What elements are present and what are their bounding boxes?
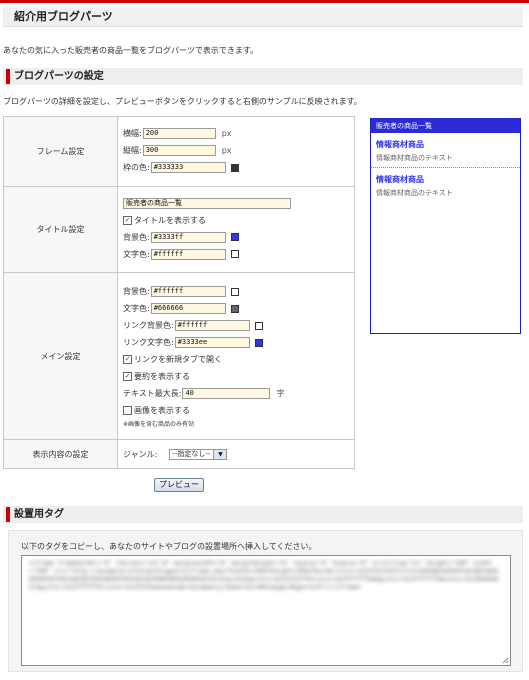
settings-description: ブログパーツの詳細を設定し、プレビューボタンをクリックすると右側のサンプルに反映… [3, 97, 362, 106]
max-length-input[interactable]: 40 [182, 388, 271, 399]
image-note: ※画像を含む商品のみ有効 [123, 421, 195, 428]
preview-button[interactable]: プレビュー [154, 478, 204, 492]
title-text-color-swatch[interactable] [230, 250, 239, 258]
width-unit: px [221, 129, 232, 138]
tag-instruction: 以下のタグをコピーし、あなたのサイトやブログの設置場所へ挿入してください。 [21, 542, 317, 551]
main-bg-swatch[interactable] [230, 287, 239, 296]
genre-selected-value: --指定なし-- [172, 450, 211, 458]
main-bg-input[interactable]: #ffffff [150, 286, 226, 297]
max-length-unit: 字 [276, 389, 285, 398]
display-settings-label: 表示内容の設定 [3, 439, 118, 469]
title-bg-swatch[interactable] [230, 233, 239, 241]
title-text-color-input[interactable]: #ffffff [150, 248, 226, 260]
title-text-input[interactable]: 販売者の商品一覧 [123, 197, 291, 209]
page-intro: あなたの気に入った販売者の商品一覧をブログパーツで表示できます。 [3, 46, 259, 55]
preview-item-title[interactable]: 情報商材商品 [376, 174, 515, 185]
settings-section-heading: ブログパーツの設定 [3, 68, 523, 85]
title-text-color-label: 文字色: [123, 249, 150, 259]
width-input[interactable]: 200 [142, 128, 216, 139]
show-title-label: タイトルを表示する [134, 215, 206, 225]
summary-checkbox[interactable]: ✓ [123, 372, 132, 381]
preview-widget: 販売者の商品一覧 情報商材商品 情報商材商品のテキスト 情報商材商品 情報商材商… [370, 118, 521, 334]
show-title-checkbox[interactable]: ✓ [123, 215, 132, 225]
main-settings-fields: 背景色: #ffffff 文字色: #666666 リンク背景色: #fffff… [117, 272, 355, 440]
link-text-color-input[interactable]: #3333ee [174, 337, 250, 348]
preview-item: 情報商材商品 情報商材商品のテキスト [371, 168, 520, 202]
height-input[interactable]: 300 [142, 145, 216, 156]
link-text-color-label: リンク文字色: [123, 338, 174, 347]
border-color-swatch[interactable] [230, 163, 239, 172]
frame-settings-fields: 横幅: 200 px 縦幅: 300 px 枠の色: #333333 [117, 116, 355, 187]
main-settings-label: メイン設定 [3, 272, 118, 440]
title-bg-input[interactable]: #3333ff [150, 231, 226, 243]
preview-item: 情報商材商品 情報商材商品のテキスト [371, 133, 520, 168]
main-text-color-swatch[interactable] [230, 304, 239, 313]
link-bg-input[interactable]: #ffffff [174, 320, 250, 331]
show-image-label: 画像を表示する [134, 406, 190, 415]
display-settings-fields: ジャンル: --指定なし-- ▼ [117, 439, 355, 469]
border-color-input[interactable]: #333333 [150, 162, 226, 173]
tag-section-heading: 設置用タグ [3, 506, 523, 523]
genre-label: ジャンル: [123, 449, 158, 459]
resize-handle-icon[interactable] [502, 657, 509, 664]
tag-code: <iframe frameborder="0" charset="utf-8" … [29, 560, 499, 591]
settings-table: フレーム設定 横幅: 200 px 縦幅: 300 px 枠の色: #33333… [3, 116, 355, 469]
link-bg-label: リンク背景色: [123, 321, 174, 330]
genre-select[interactable]: --指定なし-- ▼ [169, 448, 228, 460]
chevron-down-icon[interactable]: ▼ [213, 449, 227, 459]
preview-item-text: 情報商材商品のテキスト [376, 189, 453, 197]
main-text-color-input[interactable]: #666666 [150, 303, 226, 314]
height-label: 縦幅: [123, 146, 142, 155]
main-bg-label: 背景色: [123, 287, 150, 296]
max-length-label: テキスト最大長: [123, 389, 182, 398]
tag-box: 以下のタグをコピーし、あなたのサイトやブログの設置場所へ挿入してください。 <i… [8, 530, 523, 672]
top-accent-line [0, 0, 529, 3]
title-bg-label: 背景色: [123, 232, 150, 242]
frame-settings-label: フレーム設定 [3, 116, 118, 187]
main-text-color-label: 文字色: [123, 304, 150, 313]
preview-header: 販売者の商品一覧 [371, 118, 520, 133]
preview-item-text: 情報商材商品のテキスト [376, 154, 453, 162]
link-text-color-swatch[interactable] [254, 338, 263, 347]
title-settings-fields: 販売者の商品一覧 ✓ タイトルを表示する 背景色: #3333ff 文字色: #… [117, 186, 355, 273]
show-image-checkbox[interactable] [123, 406, 132, 415]
link-bg-swatch[interactable] [254, 321, 263, 330]
title-settings-label: タイトル設定 [3, 186, 118, 273]
page-title: 紹介用ブログパーツ [3, 7, 523, 27]
height-unit: px [221, 146, 232, 155]
summary-label: 要約を表示する [134, 372, 190, 381]
tag-code-textarea[interactable]: <iframe frameborder="0" charset="utf-8" … [21, 555, 511, 666]
preview-item-title[interactable]: 情報商材商品 [376, 139, 515, 150]
border-color-label: 枠の色: [123, 163, 150, 172]
new-tab-checkbox[interactable]: ✓ [123, 355, 132, 364]
width-label: 横幅: [123, 129, 142, 138]
new-tab-label: リンクを新規タブで開く [134, 355, 222, 364]
